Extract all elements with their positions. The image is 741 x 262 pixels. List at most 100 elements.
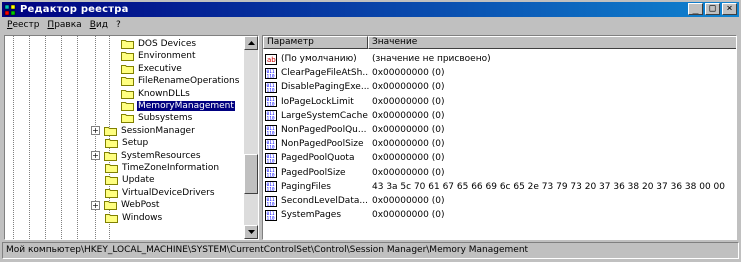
minimize-button[interactable]: _	[688, 3, 703, 15]
tree-item-label: Subsystems	[138, 113, 193, 124]
folder-icon	[121, 102, 134, 111]
binary-value-icon: 011110	[265, 152, 277, 164]
value-name: PagingFiles	[281, 181, 331, 192]
expand-toggle[interactable]: +	[91, 200, 100, 210]
value-data: 43 3a 5c 70 61 67 65 66 69 6c 65 2e 73 7…	[372, 181, 726, 192]
value-row[interactable]: 011 110 PagingFiles 43 3a 5c 70 61 67 65 66…	[265, 180, 725, 194]
tree-item[interactable]: Subsystems	[121, 112, 193, 124]
tree-guide-line	[45, 36, 46, 239]
value-name: (По умолчанию)	[281, 54, 357, 64]
tree-item[interactable]: Update	[105, 174, 156, 186]
value-data: (значение не присвоено)	[372, 54, 491, 64]
tree-item[interactable]: Setup	[105, 137, 149, 149]
folder-icon	[104, 151, 117, 161]
binary-value-icon: 011110	[265, 138, 277, 150]
title-bar[interactable]: Редактор реестра _ □ ×	[2, 2, 739, 17]
tree-item-label: KnownDLLs	[138, 88, 190, 99]
tree-item[interactable]: DOS Devices	[121, 38, 197, 50]
menu-registry[interactable]: Реестр	[3, 20, 43, 30]
value-row[interactable]: 011 110 DisablePagingExe... 0x00000000 (0)	[265, 80, 444, 94]
value-row[interactable]: 011 110 NonPagedPoolQu... 0x00000000 (0)	[265, 123, 444, 137]
value-row[interactable]: ab (По умолчанию) (значение не присвоено)	[265, 52, 491, 66]
menu-help-label: ?	[115, 20, 121, 30]
binary-value-icon: 011110	[265, 67, 277, 79]
value-row[interactable]: 011 110 NonPagedPoolSize 0x00000000 (0)	[265, 137, 444, 151]
menu-view[interactable]: Вид	[86, 20, 112, 30]
menu-registry-label: еестр	[12, 20, 40, 30]
value-row[interactable]: 011 110 SystemPages 0x00000000 (0)	[265, 208, 444, 222]
tree-item-label: SessionManager	[121, 125, 195, 136]
binary-value-icon: 011110	[265, 167, 277, 179]
value-data: 0x00000000 (0)	[372, 210, 445, 221]
registry-key-tree[interactable]: DOS Devices Environment Executive FileRenam…	[4, 35, 259, 240]
column-header-name[interactable]: Параметр	[263, 36, 368, 49]
close-button[interactable]: ×	[722, 3, 737, 15]
tree-item-label: DOS Devices	[138, 39, 197, 49]
menu-help[interactable]: ?	[112, 20, 125, 30]
tree-item-label: SystemResources	[121, 150, 201, 161]
svg-text:110: 110	[267, 73, 275, 79]
tree-item[interactable]: FileRenameOperations	[121, 75, 240, 87]
tree-item[interactable]: Environment	[121, 50, 196, 62]
maximize-button[interactable]: □	[705, 3, 720, 15]
tree-guide-line	[61, 36, 62, 239]
binary-value-icon: 011110	[265, 124, 277, 136]
folder-icon	[121, 52, 134, 62]
value-row[interactable]: 011 110 PagedPoolSize 0x00000000 (0)	[265, 166, 444, 180]
values-list[interactable]: Параметр Значение ab (По умолчанию) (значе…	[262, 35, 737, 240]
value-data: 0x00000000 (0)	[372, 196, 445, 206]
value-data: 0x00000000 (0)	[372, 167, 445, 178]
folder-icon	[105, 139, 118, 149]
tree-item[interactable]: + WebPost	[91, 199, 160, 211]
binary-value-icon: 011110	[265, 195, 277, 207]
value-data: 0x00000000 (0)	[372, 96, 445, 107]
binary-value-icon: 011110	[265, 209, 277, 221]
tree-item[interactable]: TimeZoneInformation	[105, 162, 220, 174]
value-row[interactable]: 011 110 IoPageLockLimit 0x00000000 (0)	[265, 95, 444, 109]
tree-item-label: Windows	[122, 212, 163, 223]
value-name: ClearPageFileAtSh...	[281, 68, 369, 79]
tree-item[interactable]: + SystemResources	[91, 150, 202, 162]
value-data: 0x00000000 (0)	[372, 68, 445, 79]
value-name: NonPagedPoolQu...	[281, 125, 367, 135]
scroll-thumb[interactable]	[244, 154, 258, 194]
scroll-down-button[interactable]	[244, 225, 258, 239]
folder-icon	[104, 126, 117, 136]
tree-item-label: Environment	[138, 51, 196, 62]
regedit-icon	[4, 4, 16, 15]
tree-item[interactable]: Windows	[105, 212, 163, 224]
tree-item-label: Executive	[138, 63, 182, 74]
folder-icon	[104, 201, 117, 211]
expand-toggle[interactable]: +	[91, 126, 100, 136]
tree-item-label: VirtualDeviceDrivers	[122, 187, 215, 198]
tree-scrollbar[interactable]	[244, 36, 258, 239]
menu-edit[interactable]: Правка	[43, 20, 85, 30]
tree-item-label: MemoryManagement	[137, 101, 235, 111]
tree-item-label: TimeZoneInformation	[122, 163, 220, 173]
menu-edit-label: равка	[54, 20, 82, 30]
svg-text:110: 110	[267, 144, 275, 150]
tree-item-label: WebPost	[121, 200, 160, 211]
value-row[interactable]: 011 110 LargeSystemCache 0x00000000 (0)	[265, 109, 444, 123]
tree-item[interactable]: Executive	[121, 63, 183, 75]
value-name: IoPageLockLimit	[281, 96, 354, 107]
svg-text:110: 110	[267, 116, 275, 122]
tree-guide-line	[77, 36, 78, 239]
arrow-down-icon	[248, 230, 255, 234]
binary-value-icon: 011110	[265, 110, 277, 122]
tree-item[interactable]: KnownDLLs	[121, 88, 191, 100]
expand-toggle[interactable]: +	[91, 151, 100, 161]
column-header-value[interactable]: Значение	[368, 36, 736, 49]
value-row[interactable]: 011 110 PagedPoolQuota 0x00000000 (0)	[265, 151, 444, 165]
tree-item[interactable]: VirtualDeviceDrivers	[105, 187, 216, 199]
value-row[interactable]: 011 110 SecondLevelData... 0x00000000 (0)	[265, 194, 444, 208]
tree-item[interactable]: MemoryManagement	[121, 100, 235, 112]
value-name: SecondLevelData...	[281, 196, 368, 206]
scroll-up-button[interactable]	[244, 36, 258, 50]
svg-text:110: 110	[267, 158, 275, 164]
tree-item[interactable]: + SessionManager	[91, 125, 196, 137]
value-row[interactable]: 011 110 ClearPageFileAtSh... 0x00000000 (0)	[265, 66, 444, 80]
binary-value-icon: 011110	[265, 96, 277, 108]
arrow-up-icon	[248, 41, 255, 45]
window-title: Редактор реестра	[20, 4, 129, 15]
